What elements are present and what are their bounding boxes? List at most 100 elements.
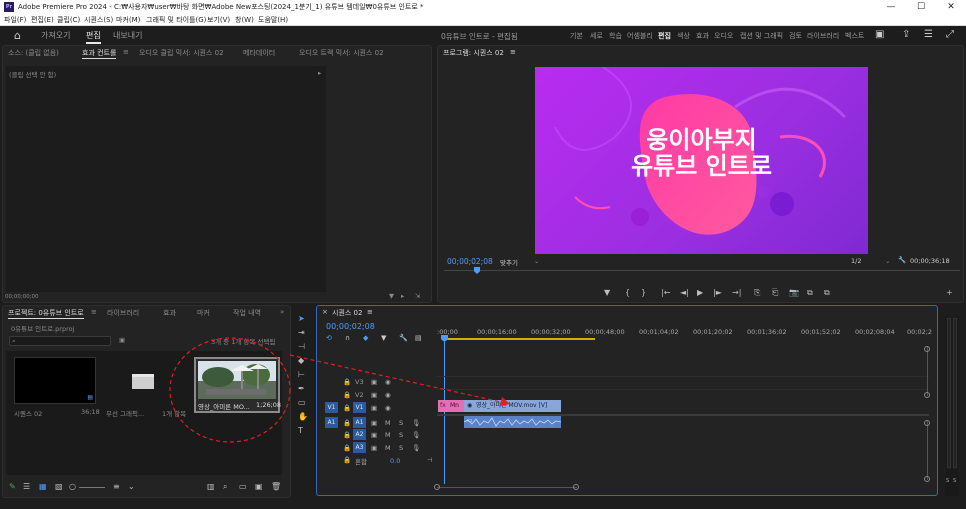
automate-icon[interactable]: ▥ xyxy=(207,482,215,491)
fit-dropdown[interactable]: 맞추기 xyxy=(500,257,518,267)
menu-file[interactable]: 파일(F) xyxy=(4,15,26,25)
sync-lock-icon[interactable]: ▣ xyxy=(371,391,377,399)
maximize-button[interactable]: ☐ xyxy=(906,0,936,14)
tab-libraries[interactable]: 라이브러리 xyxy=(107,308,139,318)
add-marker-button[interactable]: ▼ xyxy=(604,288,610,297)
multicam-button[interactable]: ⧉ xyxy=(824,288,830,298)
track-target-a1[interactable]: A1 xyxy=(353,417,366,428)
timeline-playhead-handle[interactable] xyxy=(441,335,448,342)
track-name-v3[interactable]: V3 xyxy=(355,378,364,386)
project-search-input[interactable]: ⌕ xyxy=(9,336,111,346)
menu-view[interactable]: 보기(V) xyxy=(207,15,230,25)
track-target-v1[interactable]: V1 xyxy=(353,402,366,413)
button-editor-add[interactable]: + xyxy=(946,288,953,297)
lift-button[interactable]: ⎘ xyxy=(754,288,760,298)
sync-lock-icon[interactable]: ▣ xyxy=(371,404,377,412)
workspace-captions[interactable]: 캡션 및 그래픽 xyxy=(740,31,783,41)
workspace-review[interactable]: 검토 xyxy=(789,31,802,41)
slip-tool-icon[interactable]: ⊢ xyxy=(298,370,305,379)
track-name-v2[interactable]: V2 xyxy=(355,391,364,399)
project-item-thumb-video[interactable]: 영상_아미론 MO... 1;26;08 xyxy=(194,357,281,413)
add-marker-icon[interactable]: ◆ xyxy=(363,334,368,342)
new-bin-bottom-icon[interactable]: ▭ xyxy=(239,482,247,491)
project-tab-menu-icon[interactable]: ≡ xyxy=(91,308,97,316)
snap-icon[interactable]: ⟲ xyxy=(326,334,332,342)
find-icon[interactable]: ⌕ xyxy=(223,482,227,492)
program-playhead[interactable] xyxy=(474,267,480,274)
workspace-audio[interactable]: 오디오 xyxy=(714,31,733,41)
timeline-ruler[interactable]: :00;00 00;00;16;00 00;00;32;00 00;00;48;… xyxy=(437,326,932,342)
clip-video[interactable]: ◉ 영상_아미론 MOV.mov [V] xyxy=(464,400,561,412)
tab-import[interactable]: 가져오기 xyxy=(41,30,70,41)
workspace-assembly[interactable]: 어셈블리 xyxy=(627,31,653,41)
export-frame-button[interactable]: 📷 xyxy=(789,288,799,297)
timeline-h-scrollbar[interactable] xyxy=(434,484,579,493)
expand-arrow-icon[interactable]: ▸ xyxy=(318,69,321,77)
go-to-in-button[interactable]: |← xyxy=(661,288,670,297)
lock-icon[interactable]: 🔒 xyxy=(343,419,351,427)
mute-button[interactable]: M xyxy=(385,419,391,427)
workspace-learning[interactable]: 학습 xyxy=(609,31,622,41)
filter-icon[interactable]: ▼ xyxy=(389,292,394,300)
hand-tool-icon[interactable]: ✋ xyxy=(298,412,308,421)
ripple-edit-tool-icon[interactable]: ⊣ xyxy=(298,342,305,351)
program-menu-icon[interactable]: ≡ xyxy=(510,48,516,56)
lock-icon[interactable]: 🔒 xyxy=(343,431,351,439)
clip-audio[interactable]: ▭ xyxy=(464,416,561,428)
menu-window[interactable]: 창(W) xyxy=(235,15,254,25)
mute-button[interactable]: M xyxy=(385,444,391,452)
mark-in-button[interactable]: { xyxy=(625,288,630,297)
zoom-slider-icon[interactable]: ○ xyxy=(69,482,76,491)
fullscreen-icon[interactable]: ⤢ xyxy=(946,29,954,40)
menu-marker[interactable]: 마커(M) xyxy=(116,15,140,25)
extract-button[interactable]: ⎗ xyxy=(772,288,778,298)
track-target-a2[interactable]: A2 xyxy=(353,429,366,440)
lock-icon[interactable]: 🔒 xyxy=(343,391,351,399)
solo-button[interactable]: S xyxy=(399,419,403,427)
type-tool-icon[interactable]: T xyxy=(298,426,303,435)
mix-end-icon[interactable]: ⊣ xyxy=(427,456,433,464)
lock-icon[interactable]: 🔒 xyxy=(343,404,351,412)
rectangle-tool-icon[interactable]: ▭ xyxy=(298,398,306,407)
menu-help[interactable]: 도움말(H) xyxy=(258,15,288,25)
play-only-icon[interactable]: ▸ xyxy=(401,292,404,300)
close-button[interactable]: ✕ xyxy=(936,0,966,14)
audio-v-scrollbar[interactable] xyxy=(924,420,933,482)
workspace-color[interactable]: 색상 xyxy=(677,31,690,41)
vscroll-handle-bottom[interactable] xyxy=(924,392,930,398)
go-to-out-button[interactable]: →| xyxy=(732,288,741,297)
minimize-button[interactable]: — xyxy=(876,0,906,14)
track-select-tool-icon[interactable]: ⇥ xyxy=(298,328,305,337)
menu-sequence[interactable]: 시퀀스(S) xyxy=(84,15,113,25)
marker-icon[interactable]: ▼ xyxy=(381,334,386,342)
timeline-close-icon[interactable]: × xyxy=(322,308,328,316)
lock-icon[interactable]: 🔒 xyxy=(343,456,351,464)
menu-graphics[interactable]: 그래픽 및 타이틀(G) xyxy=(146,15,206,25)
selection-tool-icon[interactable]: ➤ xyxy=(298,314,305,323)
workspace-vertical[interactable]: 세로 xyxy=(590,31,603,41)
program-timecode[interactable]: 00;00;02;08 xyxy=(447,257,493,266)
solo-button[interactable]: S xyxy=(399,431,403,439)
tab-project[interactable]: 프로젝트: 0유튜브 인트로 xyxy=(8,308,84,319)
sort-chevron-icon[interactable]: ⌄ xyxy=(128,482,135,491)
wrench-icon[interactable]: 🔧 xyxy=(898,256,906,264)
sort-icon[interactable]: ≡ xyxy=(113,482,120,491)
play-button[interactable]: ▶ xyxy=(697,288,703,297)
mute-button[interactable]: M xyxy=(385,431,391,439)
project-item-name[interactable]: 무선 그래픽... xyxy=(106,408,144,418)
quick-export-icon[interactable]: ☰ xyxy=(924,29,933,40)
tab-effects[interactable]: 효과 xyxy=(163,308,176,318)
timeline-settings-icon[interactable]: 🔧 xyxy=(399,334,408,342)
sync-lock-icon[interactable]: ▣ xyxy=(371,378,377,386)
solo-button[interactable]: S xyxy=(399,444,403,452)
razor-tool-icon[interactable]: ◆ xyxy=(298,356,304,365)
meter-solo-right[interactable]: S xyxy=(953,478,956,484)
tab-metadata[interactable]: 메타데이터 xyxy=(243,48,275,58)
sync-lock-icon[interactable]: ▣ xyxy=(371,431,377,439)
home-icon[interactable]: ⌂ xyxy=(14,29,21,42)
eye-icon[interactable]: ◉ xyxy=(385,391,391,399)
vscroll-handle-top[interactable] xyxy=(924,346,930,352)
meter-solo-left[interactable]: S xyxy=(946,478,949,484)
mic-icon[interactable]: 🎙 xyxy=(412,444,420,452)
source-patch-v1[interactable]: V1 xyxy=(325,402,338,413)
